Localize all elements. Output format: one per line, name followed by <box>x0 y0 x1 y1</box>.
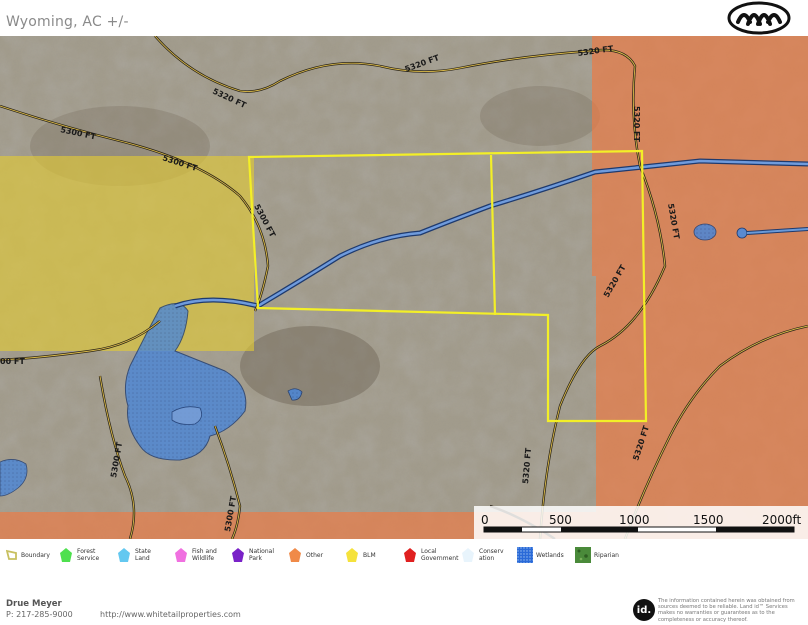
scale-label-0: 0 <box>481 513 489 527</box>
legend-item-state-land: State Land <box>116 547 165 563</box>
national-park-icon <box>232 548 244 562</box>
website-link[interactable]: http://www.whitetailproperties.com <box>100 610 241 619</box>
legend-item-boundary: Boundary <box>6 547 51 563</box>
conservation-icon <box>462 548 474 562</box>
legend: Boundary Forest Service State Land Fish … <box>0 545 808 565</box>
land-id-logo: id. <box>633 599 655 621</box>
legend-item-fish-wildlife: Fish and Wildlife <box>173 547 222 563</box>
scale-label-1500: 1500 <box>693 513 724 527</box>
legend-item-conservation: Conservation <box>460 547 505 563</box>
legend-item-local-government: Local Government <box>402 547 458 563</box>
boundary-icon <box>6 549 17 560</box>
legend-item-blm: BLM <box>344 547 393 563</box>
map-view[interactable]: 5320 FT 5320 FT 5320 FT 5300 FT 5300 FT … <box>0 36 808 539</box>
contour-label: 00 FT <box>0 357 25 366</box>
other-icon <box>289 548 301 562</box>
forest-service-icon <box>60 548 72 562</box>
agent-name: Drue Meyer <box>6 599 62 609</box>
scale-bar: 0 500 1000 1500 2000ft <box>474 506 808 539</box>
contour-label: 5320 FT <box>632 106 641 143</box>
legend-item-national-park: National Park <box>230 547 279 563</box>
legend-item-riparian: Riparian <box>575 547 624 563</box>
fish-wildlife-icon <box>175 548 187 562</box>
wetland-pond[interactable] <box>693 223 717 241</box>
local-government-icon <box>404 548 416 562</box>
legend-item-forest-service: Forest Service <box>58 547 107 563</box>
whitetail-logo <box>727 1 791 35</box>
scale-label-2000: 2000ft <box>762 513 802 527</box>
scale-label-500: 500 <box>549 513 572 527</box>
legend-item-other: Other <box>287 547 336 563</box>
blm-area[interactable] <box>0 156 254 351</box>
scale-label-1000: 1000 <box>619 513 650 527</box>
other-area-east[interactable] <box>592 36 808 539</box>
state-land-icon <box>118 548 130 562</box>
blm-icon <box>346 548 358 562</box>
map-title: Wyoming, AC +/- <box>6 14 129 30</box>
riparian-icon <box>575 547 591 563</box>
wetlands-icon <box>517 547 533 563</box>
disclaimer-text: The information contained herein was obt… <box>658 598 795 623</box>
legend-item-wetlands: Wetlands <box>517 547 566 563</box>
agent-phone: P: 217-285-9000 <box>6 610 73 619</box>
